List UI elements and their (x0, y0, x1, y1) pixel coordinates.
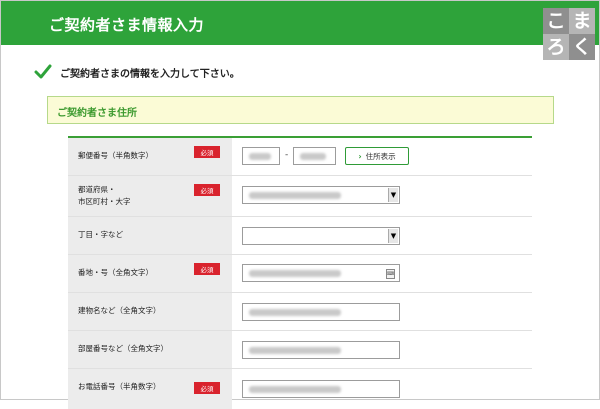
chome-row: 丁目・字など ▼ (68, 217, 532, 255)
blurred-value (249, 309, 341, 316)
label-cell: 番地・号（全角文字） 必須 (68, 255, 232, 292)
postal-code-first-input[interactable] (242, 147, 280, 165)
label-cell: 郵便番号（半角数字） 必須 (68, 138, 232, 175)
logo-char: ま (569, 8, 595, 34)
room-label: 部屋番号など（全角文字） (78, 344, 168, 353)
instruction: ご契約者さまの情報を入力して下さい。 (34, 64, 240, 80)
label-line: 都道府県・ (78, 185, 116, 194)
prefecture-label: 都道府県・ 市区町村・大字 (78, 184, 131, 208)
label-cell: 建物名など（全角文字） (68, 293, 232, 330)
room-input[interactable] (242, 341, 400, 359)
blurred-value (249, 386, 341, 393)
building-row: 建物名など（全角文字） (68, 293, 532, 331)
postal-code-row: 郵便番号（半角数字） 必須 - (68, 138, 532, 176)
blurred-value (300, 153, 326, 160)
banchi-label: 番地・号（全角文字） (78, 268, 153, 277)
instruction-text: ご契約者さまの情報を入力して下さい。 (60, 68, 240, 80)
phone-row: お電話番号（半角数字） 必須 (68, 369, 532, 409)
page-title: ご契約者さま情報入力 (49, 16, 205, 34)
prefecture-city-select[interactable]: ▼ (242, 186, 400, 204)
required-badge: 必須 (194, 263, 220, 275)
blurred-value (249, 347, 341, 354)
required-badge: 必須 (194, 184, 220, 196)
label-cell: お電話番号（半角数字） 必須 (68, 369, 232, 409)
postal-separator: - (285, 150, 289, 160)
blurred-value (249, 192, 341, 199)
logo-char: く (569, 34, 595, 60)
logo-char: こ (543, 8, 569, 34)
chevron-down-icon: ▼ (388, 188, 398, 202)
banchi-row: 番地・号（全角文字） 必須 ⌨ (68, 255, 532, 293)
address-lookup-label: 住所表示 (365, 151, 396, 161)
label-cell: 部屋番号など（全角文字） (68, 331, 232, 368)
address-form: 郵便番号（半角数字） 必須 - 都道府県・ 市区町村・大字 必須 ▼ 丁目・字な… (68, 136, 532, 409)
address-lookup-button[interactable]: › 住所表示 (345, 147, 409, 165)
label-cell: 丁目・字など (68, 217, 232, 254)
phone-label: お電話番号（半角数字） (78, 382, 161, 391)
label-line: 市区町村・大字 (78, 197, 131, 206)
blurred-value (249, 153, 271, 160)
page-header: ご契約者さま情報入力 (1, 1, 599, 45)
check-icon (34, 64, 52, 79)
chome-label: 丁目・字など (78, 230, 123, 239)
required-badge: 必須 (194, 146, 220, 158)
section-title: ご契約者さま住所 (57, 108, 137, 119)
keyboard-icon: ⌨ (386, 269, 395, 279)
label-cell: 都道府県・ 市区町村・大字 必須 (68, 176, 232, 216)
blurred-value (249, 270, 341, 277)
building-label: 建物名など（全角文字） (78, 306, 161, 315)
komaroku-logo: こ ま ろ く (543, 8, 595, 60)
phone-input[interactable] (242, 380, 400, 398)
building-input[interactable] (242, 303, 400, 321)
required-badge: 必須 (194, 382, 220, 394)
postal-code-second-input[interactable] (293, 147, 336, 165)
banchi-input[interactable]: ⌨ (242, 264, 400, 282)
chome-select[interactable]: ▼ (242, 227, 400, 245)
chevron-right-icon: › (358, 151, 362, 161)
logo-char: ろ (543, 34, 569, 60)
section-header: ご契約者さま住所 (47, 96, 554, 124)
chevron-down-icon: ▼ (388, 229, 398, 243)
room-row: 部屋番号など（全角文字） (68, 331, 532, 369)
postal-code-label: 郵便番号（半角数字） (78, 151, 153, 160)
prefecture-row: 都道府県・ 市区町村・大字 必須 ▼ (68, 176, 532, 217)
